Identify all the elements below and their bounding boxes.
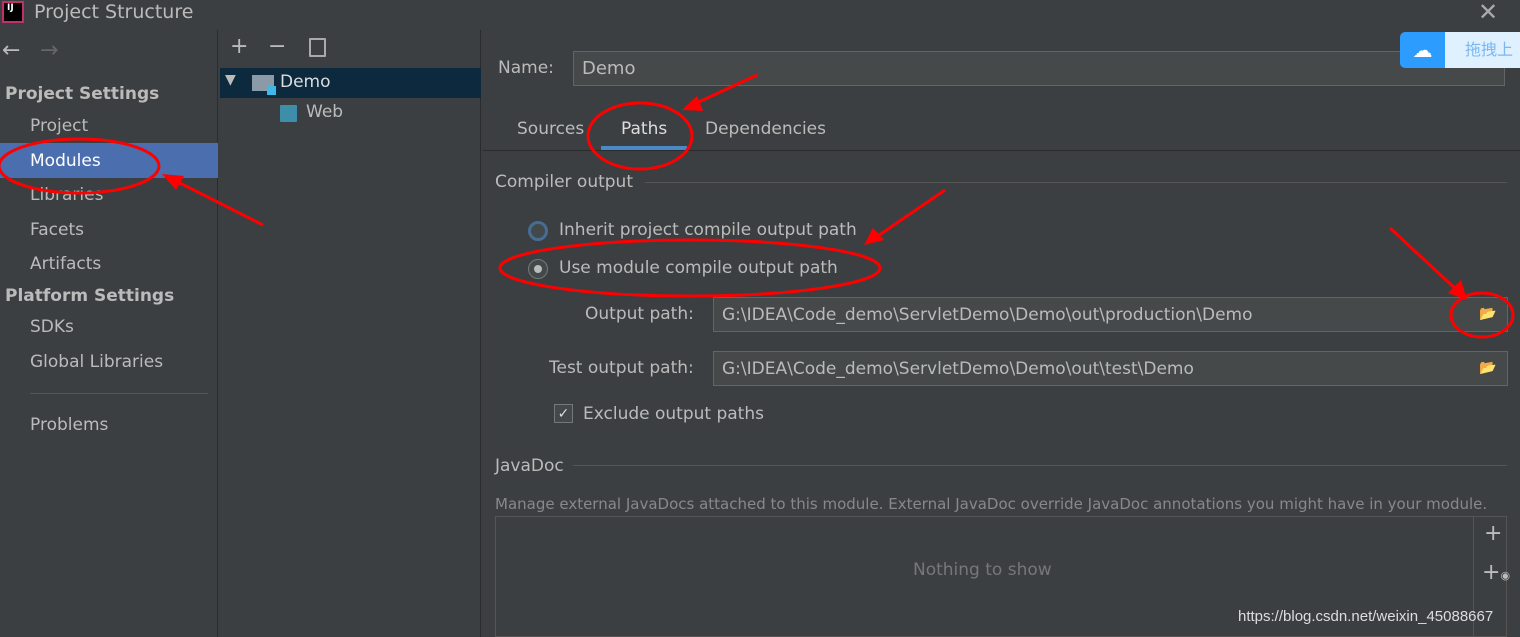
annotation-arrow (169, 176, 264, 227)
annotation-overlay (0, 73, 1515, 339)
annotation-ellipse (586, 101, 694, 171)
annotation-ellipse (0, 137, 161, 195)
annotation-ellipse (498, 238, 882, 298)
annotation-arrow (1388, 226, 1462, 295)
annotation-arrow (871, 188, 946, 242)
annotation-arrow (689, 73, 758, 108)
annotation-arrowhead (682, 96, 703, 111)
annotation-ellipse (1449, 291, 1515, 339)
annotation-arrowhead (864, 228, 884, 245)
